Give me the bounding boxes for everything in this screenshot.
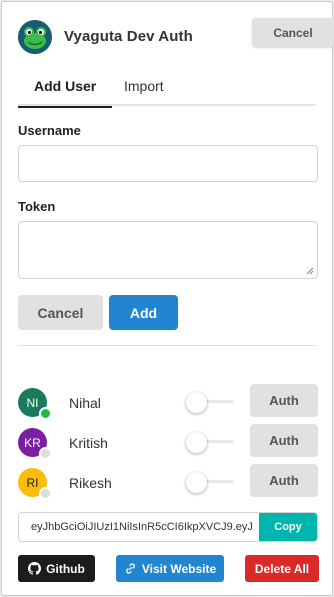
user-row: RI Rikesh Auth xyxy=(18,464,318,502)
username-input[interactable] xyxy=(18,145,318,182)
auth-button[interactable]: Auth xyxy=(250,384,318,417)
github-icon xyxy=(28,562,42,575)
visit-website-label: Visit Website xyxy=(141,561,217,576)
auth-toggle[interactable] xyxy=(186,432,236,453)
add-user-button[interactable]: Add xyxy=(109,295,178,330)
divider xyxy=(18,345,316,346)
header-cancel-button[interactable]: Cancel xyxy=(252,18,334,47)
tab-bar: Add User Import xyxy=(18,72,316,108)
username-label: Username xyxy=(18,123,81,138)
extension-popup: Vyaguta Dev Auth Cancel Add User Import … xyxy=(1,1,334,596)
auth-button[interactable]: Auth xyxy=(250,464,318,497)
app-title: Vyaguta Dev Auth xyxy=(64,28,193,45)
resize-grip-icon[interactable] xyxy=(306,267,314,275)
visit-website-button[interactable]: Visit Website xyxy=(116,555,224,582)
toggle-knob xyxy=(186,392,207,413)
status-indicator-icon xyxy=(39,447,52,460)
avatar-initials: KR xyxy=(24,435,41,450)
status-indicator-icon xyxy=(39,407,52,420)
toggle-knob xyxy=(186,432,207,453)
toggle-knob xyxy=(186,472,207,493)
copy-button[interactable]: Copy xyxy=(259,513,317,541)
user-row: KR Kritish Auth xyxy=(18,424,318,462)
token-field-wrapper xyxy=(18,221,318,279)
token-value[interactable]: eyJhbGciOiJIUzI1NiIsInR5cCI6IkpXVCJ9.eyJ xyxy=(31,521,257,533)
user-name: Kritish xyxy=(69,435,108,451)
token-textarea[interactable] xyxy=(18,221,318,279)
link-icon xyxy=(126,563,135,574)
tab-add-user[interactable]: Add User xyxy=(18,72,113,108)
frog-logo-icon xyxy=(18,20,52,54)
auth-toggle[interactable] xyxy=(186,472,236,493)
user-name: Rikesh xyxy=(69,475,112,491)
github-button[interactable]: Github xyxy=(18,555,95,582)
user-row: NI Nihal Auth xyxy=(18,384,318,422)
user-name: Nihal xyxy=(69,395,101,411)
avatar-initials: NI xyxy=(26,395,39,410)
auth-toggle[interactable] xyxy=(186,392,236,413)
tab-import[interactable]: Import xyxy=(108,72,180,106)
token-display: eyJhbGciOiJIUzI1NiIsInR5cCI6IkpXVCJ9.eyJ… xyxy=(18,512,318,542)
form-cancel-button[interactable]: Cancel xyxy=(18,295,103,330)
status-indicator-icon xyxy=(39,487,52,500)
auth-button[interactable]: Auth xyxy=(250,424,318,457)
delete-all-button[interactable]: Delete All xyxy=(245,555,319,582)
token-label: Token xyxy=(18,199,56,214)
header: Vyaguta Dev Auth Cancel xyxy=(18,18,334,56)
github-label: Github xyxy=(46,561,85,576)
avatar-initials: RI xyxy=(26,475,39,490)
